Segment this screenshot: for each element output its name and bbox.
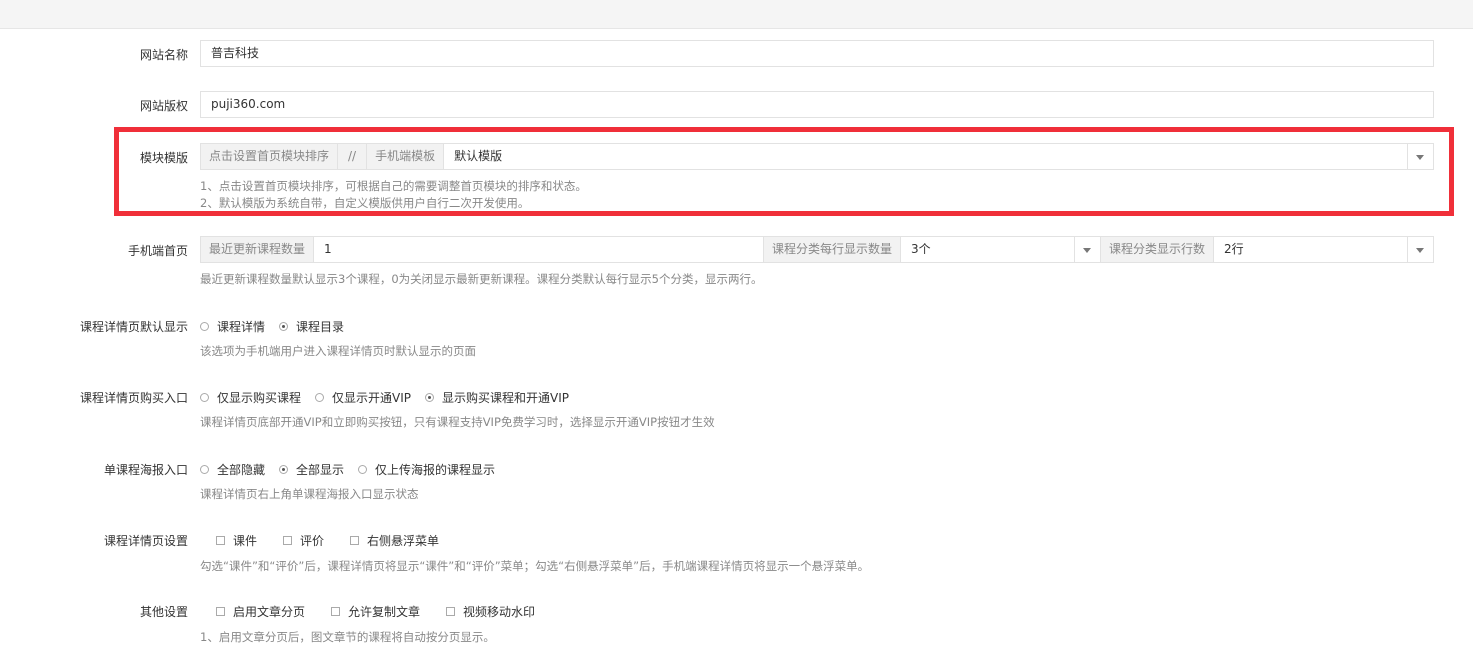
checkbox-icon[interactable]	[216, 607, 225, 616]
radio-icon[interactable]	[315, 393, 325, 402]
recent-count-input[interactable]: 1	[314, 237, 763, 262]
site-copyright-label: 网站版权	[139, 99, 188, 113]
option-label: 仅显示购买课程	[217, 391, 302, 405]
option-label: 允许复制文章	[348, 605, 421, 619]
poster-entry-label: 单课程海报入口	[103, 463, 188, 477]
detail-default-label: 课程详情页默认显示	[79, 320, 188, 334]
radio-icon[interactable]	[200, 393, 209, 402]
detail-default-options: 课程详情 课程目录	[200, 318, 358, 335]
checkbox-courseware[interactable]: 课件	[216, 532, 257, 549]
other-settings-label: 其他设置	[139, 605, 188, 619]
checkbox-icon[interactable]	[446, 607, 456, 616]
checkbox-icon[interactable]	[331, 607, 341, 616]
option-label: 显示购买课程和开通VIP	[442, 391, 570, 405]
option-label: 课件	[233, 534, 258, 548]
radio-course-detail[interactable]: 课程详情	[200, 318, 265, 335]
poster-entry-help: 课程详情页右上角单课程海报入口显示状态	[200, 487, 419, 501]
chevron-down-icon[interactable]	[1407, 237, 1433, 262]
radio-hide-all[interactable]: 全部隐藏	[200, 461, 265, 478]
radio-vip-only[interactable]: 仅显示开通VIP	[315, 389, 411, 406]
detail-default-help: 该选项为手机端用户进入课程详情页时默认显示的页面	[200, 344, 476, 358]
site-copyright-input[interactable]: puji360.com	[200, 91, 1434, 118]
checkbox-icon[interactable]	[283, 536, 293, 545]
radio-checked-icon[interactable]	[279, 465, 289, 474]
radio-show-all[interactable]: 全部显示	[279, 461, 344, 478]
detail-settings-options: 课件 评价 右侧悬浮菜单	[216, 532, 465, 549]
option-label: 视频移动水印	[463, 605, 536, 619]
chevron-down-icon[interactable]	[1074, 237, 1100, 262]
checkbox-icon[interactable]	[350, 536, 360, 545]
top-bar	[0, 0, 1473, 29]
mobile-home-label: 手机端首页	[127, 244, 188, 258]
detail-settings-help: 勾选“课件”和“评价”后，课程详情页将显示“课件”和“评价”菜单；勾选“右侧悬浮…	[200, 559, 870, 573]
checkbox-icon[interactable]	[216, 536, 225, 545]
other-settings-options: 启用文章分页 允许复制文章 视频移动水印	[216, 603, 561, 620]
site-name-input[interactable]: 普吉科技	[200, 40, 1434, 67]
radio-icon[interactable]	[200, 322, 209, 331]
site-name-label: 网站名称	[139, 48, 188, 62]
other-settings-help: 1、启用文章分页后，图文章节的课程将自动按分页显示。	[200, 630, 495, 644]
rows-select[interactable]: 2行	[1214, 237, 1433, 262]
detail-buy-options: 仅显示购买课程 仅显示开通VIP 显示购买课程和开通VIP	[200, 389, 583, 406]
option-label: 全部显示	[296, 463, 345, 477]
highlight-box	[114, 127, 1454, 216]
detail-settings-label: 课程详情页设置	[103, 534, 188, 548]
option-label: 课程目录	[296, 320, 345, 334]
detail-buy-help: 课程详情页底部开通VIP和立即购买按钮，只有课程支持VIP免费学习时，选择显示开…	[200, 415, 715, 429]
radio-checked-icon[interactable]	[425, 393, 435, 402]
recent-count-addon: 最近更新课程数量	[201, 237, 315, 262]
option-label: 课程详情	[217, 320, 266, 334]
option-label: 启用文章分页	[233, 605, 306, 619]
option-label: 仅上传海报的课程显示	[375, 463, 496, 477]
checkbox-video-watermark[interactable]: 视频移动水印	[446, 603, 535, 620]
per-row-addon: 课程分类每行显示数量	[763, 237, 902, 262]
checkbox-article-paging[interactable]: 启用文章分页	[216, 603, 305, 620]
radio-checked-icon[interactable]	[279, 322, 289, 331]
rows-value: 2行	[1224, 242, 1244, 256]
poster-entry-options: 全部隐藏 全部显示 仅上传海报的课程显示	[200, 461, 509, 478]
checkbox-review[interactable]: 评价	[283, 532, 324, 549]
radio-buy-and-vip[interactable]: 显示购买课程和开通VIP	[425, 389, 569, 406]
radio-icon[interactable]	[358, 465, 368, 474]
checkbox-float-menu[interactable]: 右侧悬浮菜单	[350, 532, 439, 549]
radio-show-uploaded[interactable]: 仅上传海报的课程显示	[358, 461, 495, 478]
option-label: 评价	[300, 534, 325, 548]
per-row-value: 3个	[911, 242, 931, 256]
detail-buy-label: 课程详情页购买入口	[79, 391, 188, 405]
option-label: 仅显示开通VIP	[332, 391, 412, 405]
option-label: 右侧悬浮菜单	[367, 534, 440, 548]
radio-buy-only[interactable]: 仅显示购买课程	[200, 389, 301, 406]
mobile-home-group: 最近更新课程数量 1 课程分类每行显示数量 3个 课程分类显示行数 2行	[200, 236, 1434, 263]
option-label: 全部隐藏	[217, 463, 266, 477]
rows-addon: 课程分类显示行数	[1100, 237, 1215, 262]
checkbox-allow-copy[interactable]: 允许复制文章	[331, 603, 420, 620]
radio-icon[interactable]	[200, 465, 209, 474]
mobile-home-help: 最近更新课程数量默认显示3个课程，0为关闭显示最新更新课程。课程分类默认每行显示…	[200, 272, 763, 286]
per-row-select[interactable]: 3个	[901, 237, 1100, 262]
radio-course-catalog[interactable]: 课程目录	[279, 318, 344, 335]
